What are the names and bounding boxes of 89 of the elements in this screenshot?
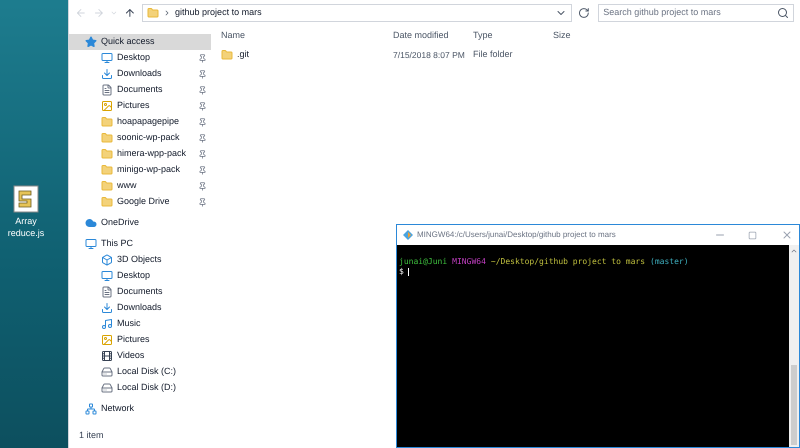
music-icon bbox=[101, 318, 113, 330]
sidebar-item[interactable]: Local Disk (D:) bbox=[69, 380, 211, 396]
sidebar-item[interactable]: Downloads bbox=[69, 300, 211, 316]
sidebar-item[interactable]: Desktop bbox=[69, 50, 211, 66]
sidebar-item[interactable]: Network bbox=[69, 401, 211, 417]
prompt-text: ~/Desktop/github project to mars bbox=[490, 257, 646, 267]
pin-icon[interactable] bbox=[198, 86, 207, 94]
sidebar-item[interactable]: Google Drive bbox=[69, 194, 211, 210]
desktop-folder-icon bbox=[101, 52, 113, 64]
sidebar-item[interactable]: Documents bbox=[69, 284, 211, 300]
file-row[interactable]: .git 7/15/2018 8:07 PM File folder bbox=[211, 46, 800, 64]
refresh-icon[interactable] bbox=[578, 7, 590, 19]
folder-icon bbox=[101, 196, 113, 208]
pin-icon[interactable] bbox=[198, 102, 207, 110]
sidebar-item[interactable]: himera-wpp-pack bbox=[69, 146, 211, 162]
cube-icon bbox=[101, 254, 113, 266]
close-icon[interactable] bbox=[781, 229, 793, 241]
table-cell-text: .git bbox=[237, 48, 250, 62]
search-icon[interactable] bbox=[777, 7, 789, 19]
document-icon bbox=[101, 84, 113, 96]
sidebar-item[interactable]: soonic-wp-pack bbox=[69, 130, 211, 146]
table-cell-text: 7/15/2018 8:07 PM bbox=[392, 48, 463, 62]
sidebar-item[interactable]: Downloads bbox=[69, 66, 211, 82]
pin-icon[interactable] bbox=[198, 166, 207, 174]
search-field[interactable]: Search github project to mars bbox=[598, 4, 794, 22]
folder-icon bbox=[101, 132, 113, 144]
sidebar-item[interactable]: Local Disk (C:) bbox=[69, 364, 211, 380]
download-folder-icon bbox=[101, 68, 113, 80]
desktop-folder-icon bbox=[101, 270, 113, 282]
script-file-icon[interactable] bbox=[13, 185, 39, 213]
search-input[interactable]: Search github project to mars bbox=[603, 6, 777, 20]
sidebar-item[interactable]: hoapapagepipe bbox=[69, 114, 211, 130]
folder-icon bbox=[101, 116, 113, 128]
download-folder-icon bbox=[101, 302, 113, 314]
sidebar-item[interactable]: This PC bbox=[69, 236, 211, 252]
hard-drive-icon bbox=[101, 382, 113, 394]
pin-icon[interactable] bbox=[198, 70, 207, 78]
sidebar-item[interactable]: Documents bbox=[69, 82, 211, 98]
prompt-text: junai@Juni bbox=[399, 257, 448, 267]
window-title: MINGW64:/c/Users/junai/Desktop/github project to mars bbox=[417, 229, 616, 241]
prompt-text: (master) bbox=[650, 257, 689, 267]
document-icon bbox=[101, 286, 113, 298]
sidebar-item[interactable]: Quick access bbox=[69, 34, 211, 50]
sidebar-item[interactable]: Music bbox=[69, 316, 211, 332]
prompt-symbol: $ bbox=[399, 267, 404, 277]
maximize-icon[interactable] bbox=[748, 230, 757, 240]
folder-icon bbox=[147, 7, 160, 19]
column-header[interactable]: Size bbox=[543, 29, 593, 43]
sidebar-item[interactable]: Pictures bbox=[69, 332, 211, 348]
pin-icon[interactable] bbox=[198, 198, 207, 206]
sidebar-item[interactable]: Pictures bbox=[69, 98, 211, 114]
scroll-up-icon[interactable] bbox=[790, 247, 798, 255]
prompt-text: MINGW64 bbox=[452, 257, 486, 267]
sidebar-item[interactable]: Videos bbox=[69, 348, 211, 364]
sidebar-item[interactable]: 3D Objects bbox=[69, 252, 211, 268]
cloud-icon bbox=[85, 217, 97, 229]
pin-icon[interactable] bbox=[198, 150, 207, 158]
sidebar-item[interactable]: Desktop bbox=[69, 268, 211, 284]
app-icon bbox=[403, 230, 413, 240]
folder-icon bbox=[101, 148, 113, 160]
star-icon bbox=[85, 36, 97, 48]
column-header[interactable]: Name bbox=[211, 29, 383, 43]
pin-icon[interactable] bbox=[198, 54, 207, 62]
film-icon bbox=[101, 350, 113, 362]
status-text: 1 item bbox=[79, 428, 105, 442]
pin-icon[interactable] bbox=[198, 182, 207, 190]
scrollbar[interactable] bbox=[789, 245, 799, 447]
address-bar[interactable]: github project to mars bbox=[142, 4, 572, 22]
scrollbar-thumb[interactable] bbox=[791, 365, 797, 445]
text-cursor bbox=[408, 268, 409, 276]
folder-icon bbox=[101, 180, 113, 192]
picture-icon bbox=[101, 334, 113, 346]
column-header[interactable]: Date modified bbox=[383, 29, 463, 43]
monitor-icon bbox=[85, 238, 97, 250]
column-header[interactable]: Type bbox=[463, 29, 543, 43]
desktop-icon-label[interactable]: Array reduce.js bbox=[4, 215, 48, 239]
picture-icon bbox=[101, 100, 113, 112]
sidebar-item[interactable]: OneDrive bbox=[69, 215, 211, 231]
folder-icon bbox=[101, 164, 113, 176]
hard-drive-icon bbox=[101, 366, 113, 378]
network-icon bbox=[85, 403, 97, 415]
pin-icon[interactable] bbox=[198, 118, 207, 126]
address-text: github project to mars bbox=[175, 6, 262, 20]
pin-icon[interactable] bbox=[198, 134, 207, 142]
sidebar-item[interactable]: minigo-wp-pack bbox=[69, 162, 211, 178]
up-icon[interactable] bbox=[124, 7, 136, 19]
sidebar-item[interactable]: www bbox=[69, 178, 211, 194]
folder-icon bbox=[221, 49, 233, 61]
table-cell-text: File folder bbox=[472, 48, 514, 62]
